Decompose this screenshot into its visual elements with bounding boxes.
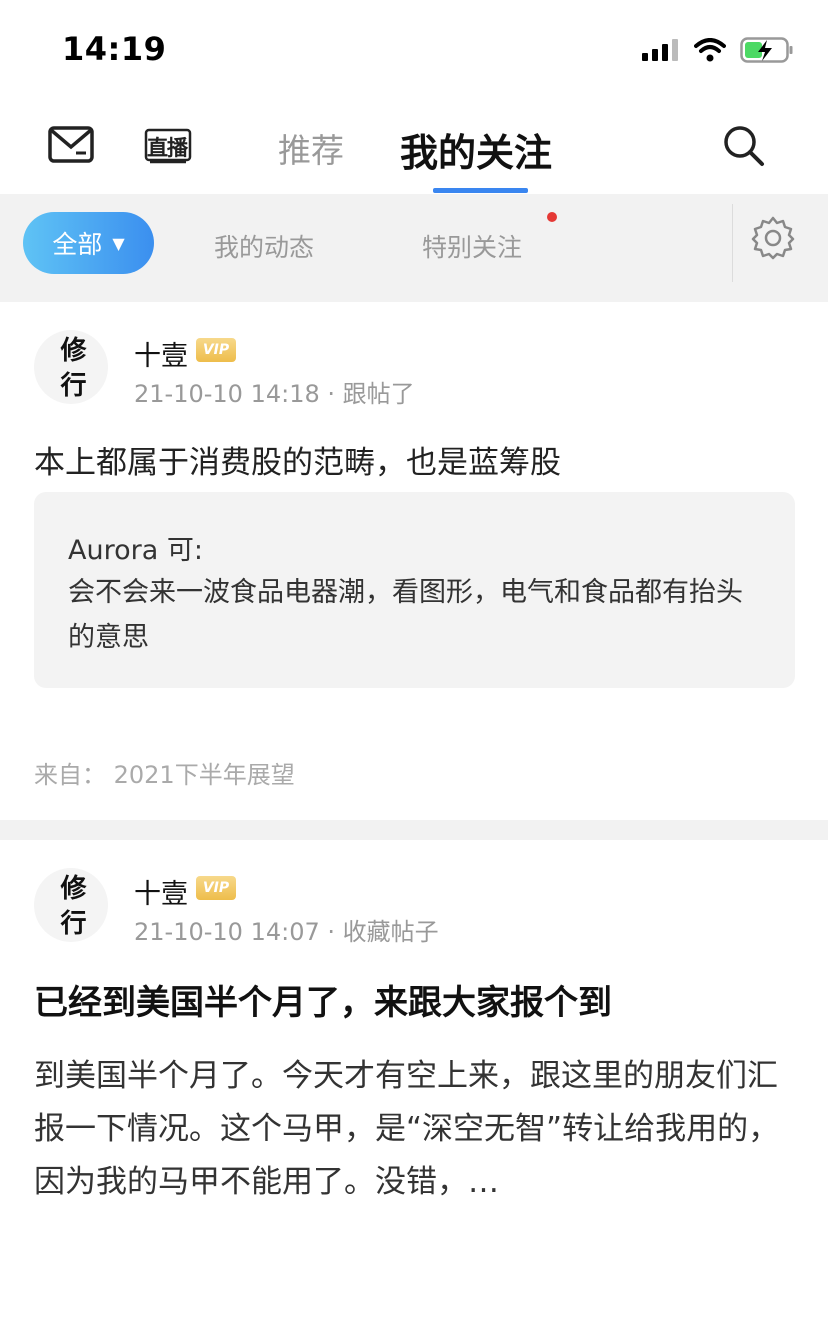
- quote-author: Aurora 可:: [68, 535, 203, 566]
- post-source[interactable]: 来自： 2021下半年展望: [34, 755, 295, 790]
- search-icon[interactable]: [722, 124, 766, 172]
- filter-all-label: 全部: [52, 230, 103, 259]
- username[interactable]: 十壹: [134, 334, 188, 373]
- caret-down-icon: ▼: [112, 233, 125, 253]
- live-label: 直播: [147, 136, 188, 160]
- vip-badge: VIP: [196, 876, 236, 900]
- post-body[interactable]: 本上都属于消费股的范畴，也是蓝筹股: [34, 437, 561, 482]
- filter-all-dropdown[interactable]: 全部 ▼: [23, 212, 154, 274]
- wifi-icon: [694, 38, 726, 62]
- username[interactable]: 十壹: [134, 872, 188, 911]
- signal-icon: [642, 39, 678, 61]
- quote-text: 会不会来一波食品电器潮，看图形，电气和食品都有抬头的意思: [68, 577, 743, 653]
- battery-icon: [740, 37, 793, 63]
- avatar-text: 修 行: [56, 874, 86, 936]
- tab-following[interactable]: 我的关注: [400, 122, 552, 177]
- status-time: 14:19: [62, 30, 167, 68]
- post-excerpt[interactable]: 到美国半个月了。今天才有空上来，跟这里的朋友们汇报一下情况。这个马甲，是“深空无…: [34, 1050, 799, 1209]
- post-meta: 21-10-10 14:18 · 跟帖了: [134, 380, 415, 408]
- avatar[interactable]: 修 行: [34, 330, 108, 404]
- live-button[interactable]: 直播: [144, 126, 192, 168]
- avatar[interactable]: 修 行: [34, 868, 108, 942]
- gear-icon[interactable]: [750, 215, 796, 265]
- filter-my-dynamic[interactable]: 我的动态: [214, 228, 314, 264]
- post-separator: [0, 820, 828, 840]
- status-icons: [642, 36, 794, 64]
- notification-dot: [547, 212, 557, 222]
- post-meta: 21-10-10 14:07 · 收藏帖子: [134, 918, 439, 946]
- vip-badge: VIP: [196, 338, 236, 362]
- post-title[interactable]: 已经到美国半个月了，来跟大家报个到: [34, 975, 612, 1024]
- avatar-text: 修 行: [56, 336, 86, 398]
- tab-recommend[interactable]: 推荐: [278, 124, 344, 172]
- active-tab-indicator: [433, 188, 528, 193]
- divider: [732, 204, 733, 282]
- mail-icon[interactable]: [48, 126, 94, 168]
- filter-special-follow[interactable]: 特别关注: [422, 228, 522, 264]
